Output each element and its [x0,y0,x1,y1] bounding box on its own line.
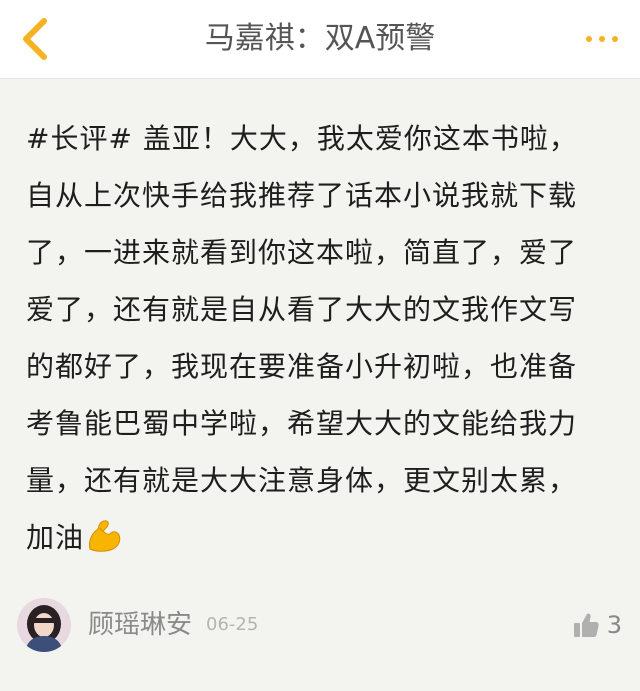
post-date: 06-25 [206,614,259,635]
like-button[interactable]: 3 [573,608,622,642]
top-bar: 马嘉祺：双A预警 [0,0,640,79]
review-line: #长评# 盖亚！大大，我太爱你这本书啦， [26,122,578,155]
user-avatar-icon [17,598,71,652]
review-line-last: 加油 [26,509,616,566]
review-line: 考鲁能巴蜀中学啦，希望大大的文能给我力 [26,407,578,440]
page-title: 马嘉祺：双A预警 [204,21,436,56]
author-name[interactable]: 顾瑶琳安 [88,604,192,641]
review-footer: 顾瑶琳安 06-25 3 [0,592,640,662]
like-count: 3 [606,611,622,639]
more-button[interactable] [578,20,626,58]
review-body: #长评# 盖亚！大大，我太爱你这本书啦， 自从上次快手给我推荐了话本小说我就下载… [26,110,616,566]
review-line: 量，还有就是大大注意身体，更文别太累， [26,464,578,497]
more-dots-icon [586,36,618,42]
review-line: 的都好了，我现在要准备小升初啦，也准备 [26,350,578,383]
flexed-biceps-emoji-icon [89,520,121,552]
review-line-text: 加油 [26,521,85,554]
thumbs-up-icon [573,613,599,637]
review-line: 了，一进来就看到你这本啦，简直了，爱了 [26,236,578,269]
review-line: 爱了，还有就是自从看了大大的文我作文写 [26,293,578,326]
avatar[interactable] [17,598,71,652]
review-line: 自从上次快手给我推荐了话本小说我就下载 [26,179,578,212]
chevron-left-icon [23,18,47,60]
back-button[interactable] [10,14,60,64]
